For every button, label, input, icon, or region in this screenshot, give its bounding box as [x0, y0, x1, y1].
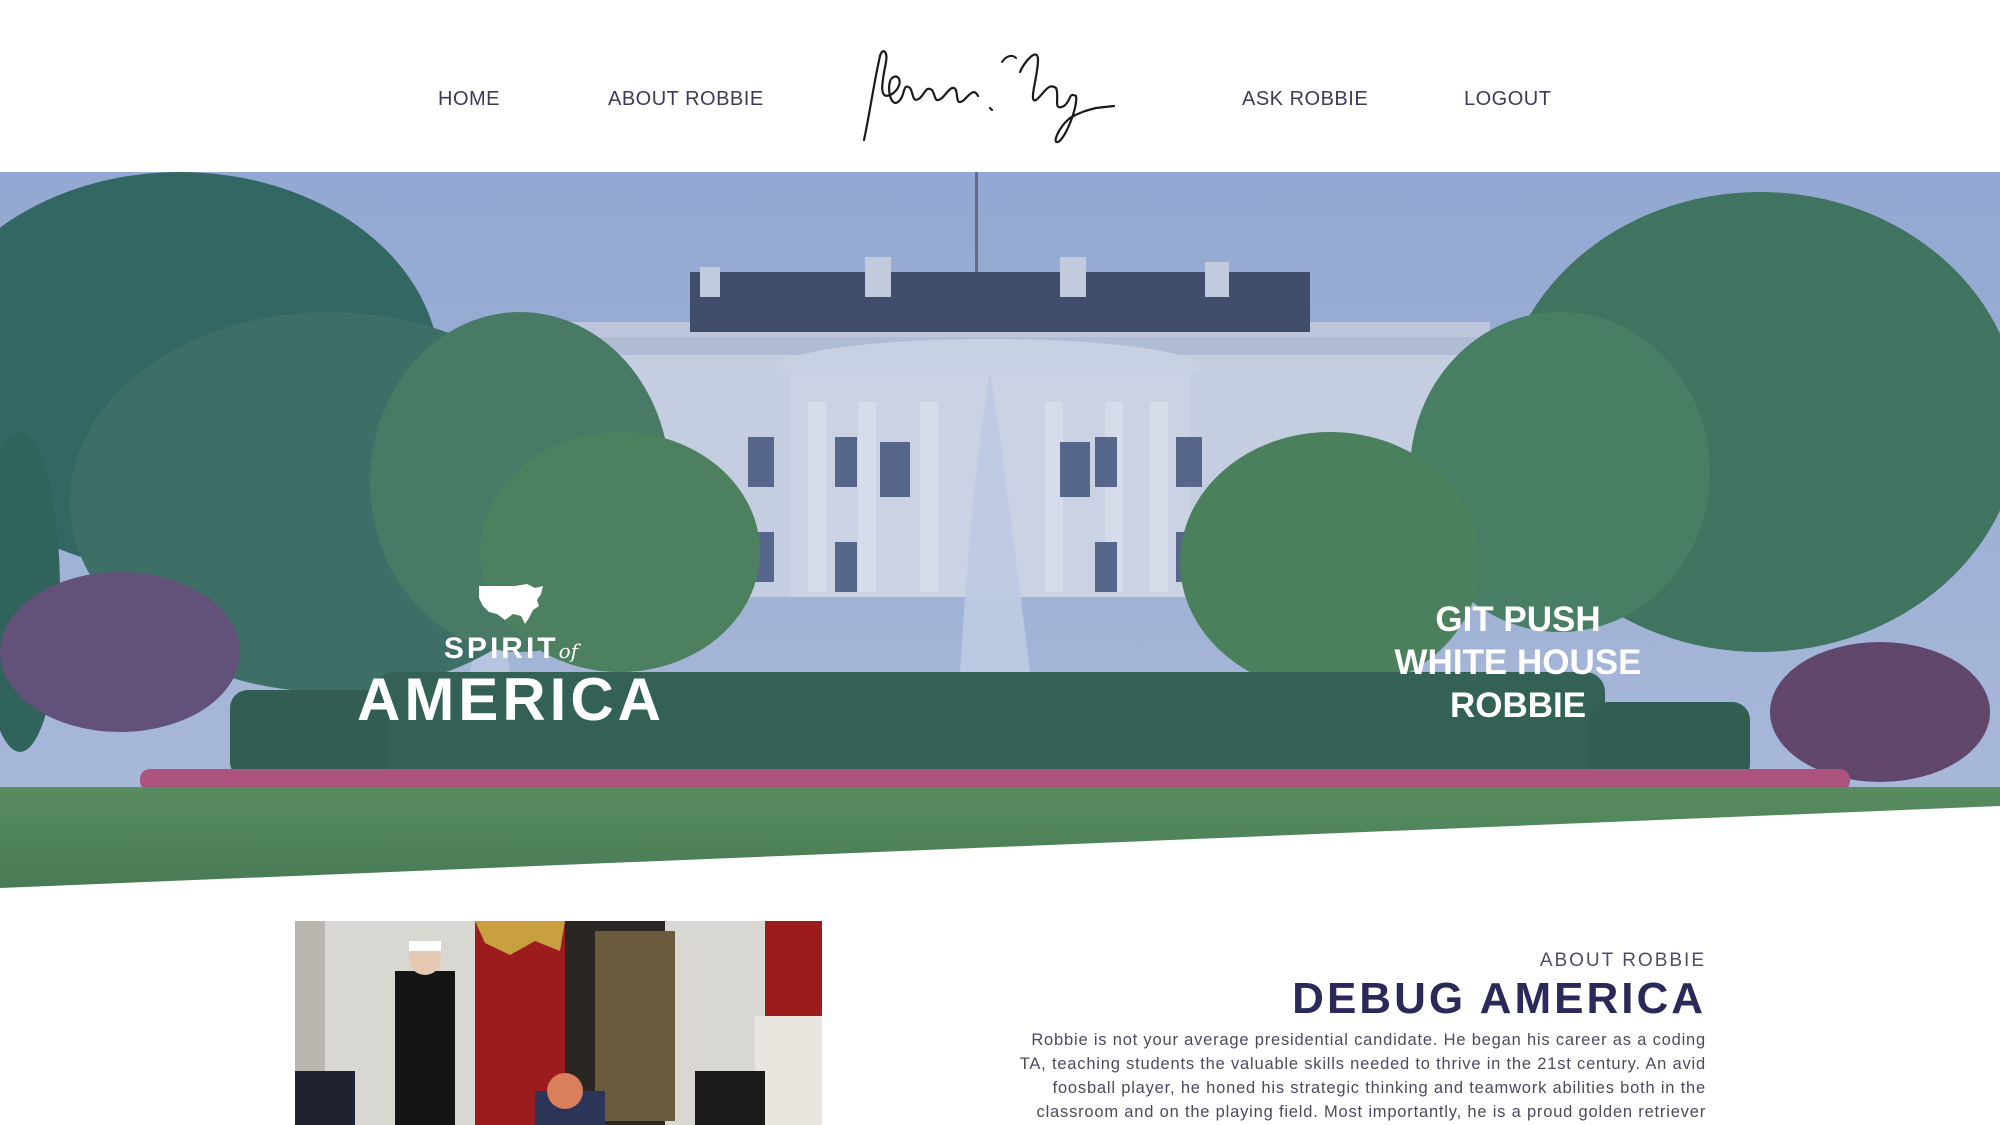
hero-banner: SPIRITof AMERICA GIT PUSH WHITE HOUSE RO… [0, 172, 2000, 888]
inauguration-photo [295, 921, 822, 1125]
nav-logout-link[interactable]: LOGOUT [1464, 88, 1551, 111]
about-body-line: classroom and on the playing field. Most… [1036, 1103, 1706, 1122]
spirit-of-text: SPIRITof [356, 632, 666, 666]
about-eyebrow: ABOUT ROBBIE [1539, 950, 1706, 971]
about-photo [295, 921, 822, 1125]
usa-map-icon [479, 584, 543, 624]
about-title: DEBUG AMERICA [1292, 974, 1706, 1023]
about-body-line: foosball player, he honed his strategic … [1052, 1079, 1706, 1098]
site-header: HOME ABOUT ROBBIE ASK ROBBIE LOGOUT [0, 0, 2000, 172]
about-section: ABOUT ROBBIE DEBUG AMERICA Robbie is not… [960, 950, 1706, 1124]
about-body: Robbie is not your average presidential … [960, 1028, 1706, 1124]
spirit-of-america-logo: SPIRITof AMERICA [356, 580, 666, 730]
hero-diagonal-edge [0, 806, 2000, 888]
slogan-line: ROBBIE [1449, 686, 1587, 725]
spirit-word: SPIRIT [443, 632, 559, 665]
about-body-line: Robbie is not your average presidential … [1031, 1031, 1706, 1050]
signature-logo[interactable] [852, 42, 1132, 154]
nav-ask-link[interactable]: ASK ROBBIE [1242, 88, 1368, 111]
nav-about-link[interactable]: ABOUT ROBBIE [608, 88, 764, 111]
slogan-line: WHITE HOUSE [1394, 643, 1642, 682]
slogan-line: GIT PUSH [1435, 600, 1601, 639]
of-word: of [558, 639, 579, 663]
america-word: AMERICA [357, 666, 665, 733]
about-body-line: TA, teaching students the valuable skill… [1019, 1055, 1706, 1074]
hero-slogan: GIT PUSH WHITE HOUSE ROBBIE [1368, 598, 1668, 727]
nav-home-link[interactable]: HOME [438, 88, 500, 111]
